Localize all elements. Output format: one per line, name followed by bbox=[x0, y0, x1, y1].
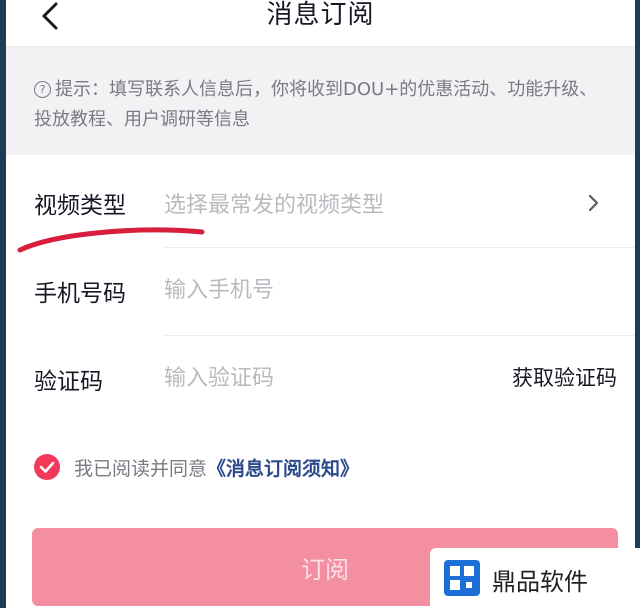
notice-banner: ? 提示：填写联系人信息后，你将收到DOU+的优惠活动、功能升级、投放教程、用户调… bbox=[6, 47, 635, 155]
watermark-text: 鼎品软件 bbox=[492, 568, 588, 596]
question-circle-icon: ? bbox=[34, 81, 51, 98]
agreement-prefix: 我已阅读并同意 bbox=[74, 458, 208, 480]
notice-text: ? 提示：填写联系人信息后，你将收到DOU+的优惠活动、功能升级、投放教程、用户调… bbox=[34, 75, 614, 135]
code-row: 验证码 获取验证码 bbox=[6, 336, 635, 424]
phone-row: 手机号码 bbox=[6, 248, 635, 336]
chevron-right-icon[interactable] bbox=[586, 192, 602, 214]
code-input[interactable] bbox=[164, 361, 464, 395]
brand-logo-icon bbox=[444, 560, 480, 596]
notice-message: 提示：填写联系人信息后，你将收到DOU+的优惠活动、功能升级、投放教程、用户调研… bbox=[34, 79, 598, 130]
subscription-screen: 消息订阅 ? 提示：填写联系人信息后，你将收到DOU+的优惠活动、功能升级、投放教… bbox=[6, 0, 635, 608]
code-label: 验证码 bbox=[34, 369, 103, 395]
get-code-button[interactable]: 获取验证码 bbox=[512, 362, 617, 392]
page-title: 消息订阅 bbox=[266, 0, 375, 30]
phone-input[interactable] bbox=[164, 273, 494, 307]
agreement-link[interactable]: 《消息订阅须知》 bbox=[207, 458, 359, 480]
agreement-text: 我已阅读并同意《消息订阅须知》 bbox=[74, 454, 359, 481]
checkbox-checked-icon[interactable] bbox=[34, 454, 60, 480]
header-bar: 消息订阅 bbox=[6, 0, 635, 47]
phone-label: 手机号码 bbox=[34, 281, 126, 307]
watermark: 鼎品软件 bbox=[430, 548, 640, 608]
